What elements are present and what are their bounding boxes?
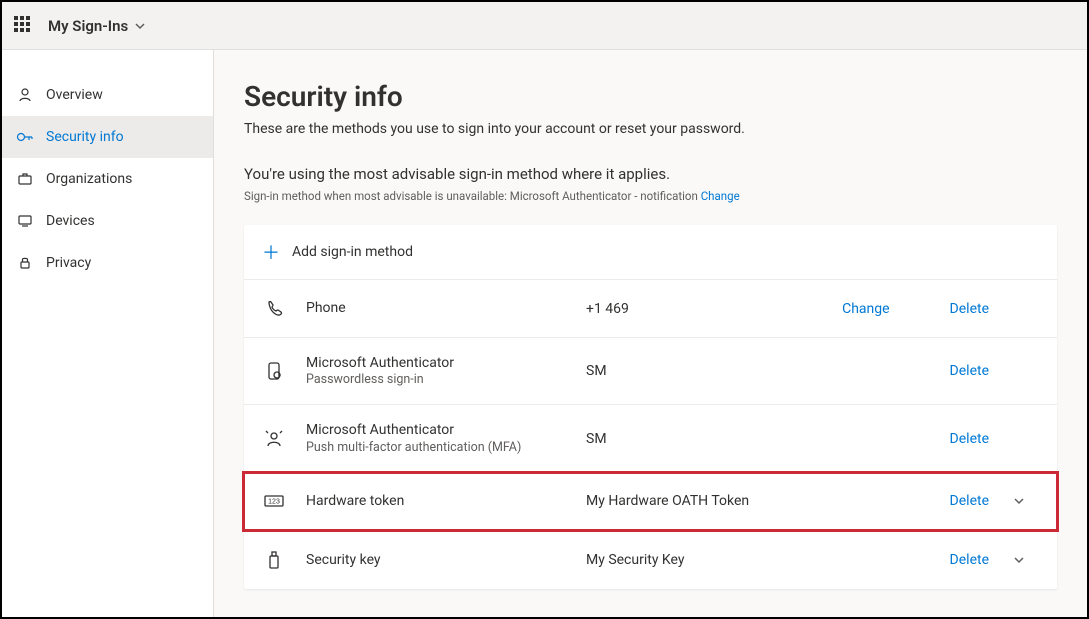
method-icon [262,299,286,319]
app-title: My Sign-Ins [48,17,128,35]
method-name: Hardware token [306,492,586,510]
method-value: My Security Key [586,552,950,568]
methods-card: ＋ Add sign-in method Phone+1 469Change De… [244,225,1057,589]
change-link[interactable]: Change [842,301,889,317]
key-icon [16,128,34,146]
method-actions: Delete [950,431,989,447]
advisable-subtext: Sign-in method when most advisable is un… [244,189,1057,203]
waffle-icon[interactable] [14,16,34,36]
delete-link[interactable]: Delete [950,552,989,568]
sidebar-item-label: Security info [46,129,124,145]
method-name: Microsoft AuthenticatorPush multi-factor… [306,421,586,455]
delete-link[interactable]: Delete [950,493,989,509]
sidebar-item-label: Devices [46,213,95,229]
method-row: Microsoft AuthenticatorPush multi-factor… [244,405,1057,472]
sidebar-item-label: Overview [46,87,103,103]
app-title-dropdown[interactable]: My Sign-Ins [48,17,146,35]
sidebar-item-label: Privacy [46,255,91,271]
device-icon [16,212,34,230]
chevron-down-icon[interactable] [999,494,1039,508]
method-value: +1 469 [586,301,842,317]
method-name: Microsoft AuthenticatorPasswordless sign… [306,354,586,388]
briefcase-icon [16,170,34,188]
delete-link[interactable]: Delete [950,363,989,379]
method-value: My Hardware OATH Token [586,493,950,509]
change-default-method-link[interactable]: Change [701,189,740,203]
sidebar-item-organizations[interactable]: Organizations [2,158,213,200]
sidebar-item-devices[interactable]: Devices [2,200,213,242]
page-title: Security info [244,80,1057,113]
chevron-down-icon[interactable] [999,553,1039,567]
method-icon: 123 [262,492,286,510]
sidebar-item-privacy[interactable]: Privacy [2,242,213,284]
method-row: Security keyMy Security KeyDelete [244,531,1057,589]
method-icon [262,361,286,381]
method-row: Microsoft AuthenticatorPasswordless sign… [244,338,1057,405]
sidebar-item-security-info[interactable]: Security info [2,116,213,158]
sidebar: Overview Security info Organizations Dev… [2,50,214,617]
add-method-label: Add sign-in method [292,244,413,260]
page-subtitle: These are the methods you use to sign in… [244,121,1057,137]
method-value: SM [586,431,950,447]
delete-link[interactable]: Delete [950,301,989,317]
sidebar-item-overview[interactable]: Overview [2,74,213,116]
sidebar-item-label: Organizations [46,171,132,187]
method-icon [262,429,286,449]
method-actions: Change Delete [842,301,989,317]
method-value: SM [586,363,950,379]
method-row: 123 Hardware tokenMy Hardware OATH TokenD… [244,473,1057,531]
app-header: My Sign-Ins [2,2,1087,50]
add-sign-in-method-button[interactable]: ＋ Add sign-in method [244,225,1057,280]
plus-icon: ＋ [262,239,280,265]
method-name: Phone [306,299,586,317]
method-name: Security key [306,551,586,569]
advisable-text: You're using the most advisable sign-in … [244,165,1057,183]
person-icon [16,86,34,104]
lock-icon [16,254,34,272]
method-row: Phone+1 469Change Delete [244,280,1057,338]
main-content: Security info These are the methods you … [214,50,1087,617]
method-icon [262,550,286,570]
method-actions: Delete [950,552,989,568]
svg-text:123: 123 [268,499,280,506]
chevron-down-icon [134,20,146,32]
method-actions: Delete [950,493,989,509]
method-actions: Delete [950,363,989,379]
delete-link[interactable]: Delete [950,431,989,447]
